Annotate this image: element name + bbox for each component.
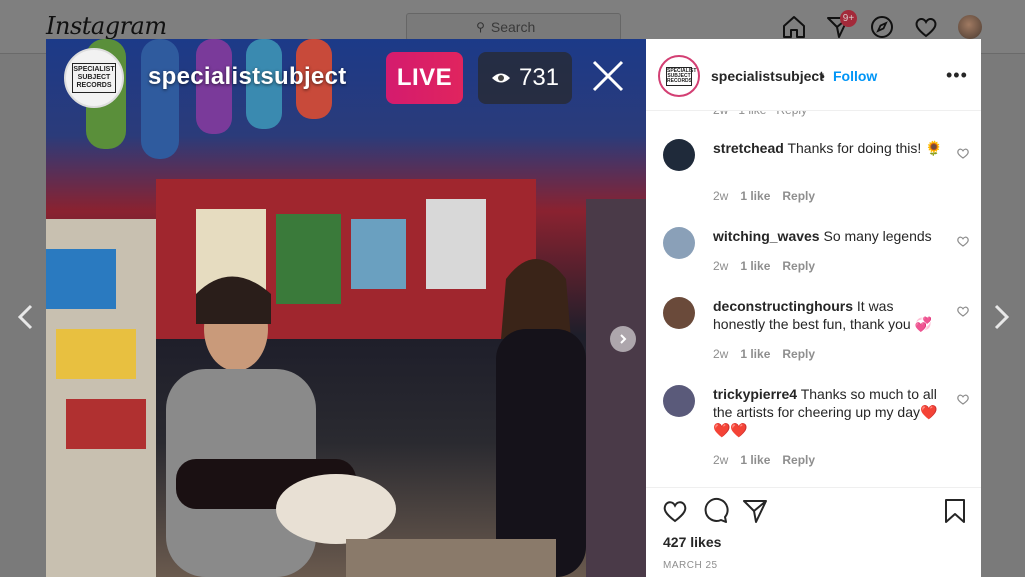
comment-age: 2w — [713, 453, 729, 467]
commenter-username[interactable]: witching_waves — [713, 228, 820, 244]
comment-like-count[interactable]: 1 like — [740, 189, 770, 203]
live-host-username[interactable]: specialistsubject — [148, 63, 347, 91]
comment-like-count[interactable]: 1 like — [740, 453, 770, 467]
commenter-username[interactable]: stretchead — [713, 140, 784, 156]
eye-icon — [491, 73, 510, 83]
like-comment-heart-icon[interactable] — [956, 304, 970, 318]
live-badge: LIVE — [386, 52, 463, 104]
profile-avatar[interactable] — [958, 15, 982, 39]
comment-age: 2w — [713, 259, 729, 273]
next-post-arrow-icon[interactable] — [985, 302, 1015, 332]
comment-body: Thanks for doing this! 🌻 — [787, 140, 943, 156]
comment-meta: 2w 1 like Reply — [713, 259, 815, 273]
share-direct-icon[interactable] — [741, 497, 769, 525]
post-side-panel: SPECIALIST SUBJECT RECORDS specialistsub… — [646, 39, 981, 577]
comment-like-count[interactable]: 1 like — [740, 347, 770, 361]
post-author-avatar[interactable]: SPECIALIST SUBJECT RECORDS — [658, 55, 700, 97]
follow-button[interactable]: Follow — [833, 68, 877, 84]
search-input[interactable] — [490, 19, 551, 35]
comment-meta: 2w 1 like Reply — [713, 189, 815, 203]
comment-body: So many legends — [823, 228, 932, 244]
viewer-count: 731 — [518, 64, 560, 91]
reply-button[interactable]: Reply — [782, 453, 815, 467]
commenter-avatar[interactable] — [663, 385, 695, 417]
comment-meta: 2w 1 like Reply — [713, 453, 815, 467]
notification-badge: 9+ — [840, 10, 857, 27]
commenter-avatar[interactable] — [663, 139, 695, 171]
post-author-username[interactable]: specialistsubject — [711, 68, 824, 84]
header-separator: • — [820, 68, 825, 84]
like-comment-heart-icon[interactable] — [956, 392, 970, 406]
comment-meta: 2w 1 like Reply — [713, 347, 815, 361]
previous-post-arrow-icon[interactable] — [12, 302, 42, 332]
instagram-logo[interactable]: Instagram — [46, 12, 167, 40]
live-video[interactable]: SPECIALIST SUBJECT RECORDS specialistsub… — [46, 39, 646, 577]
comment-like-count[interactable]: 1 like — [740, 259, 770, 273]
save-bookmark-icon[interactable] — [941, 497, 969, 525]
like-heart-icon[interactable] — [661, 497, 689, 525]
activity-heart-icon[interactable] — [913, 14, 939, 40]
search-box[interactable]: ⚲ — [406, 13, 621, 41]
commenter-avatar[interactable] — [663, 297, 695, 329]
author-avatar-text: SPECIALIST SUBJECT RECORDS — [666, 66, 697, 86]
reply-button[interactable]: Reply — [782, 259, 815, 273]
more-options-icon[interactable]: ••• — [946, 65, 968, 86]
post-date: MARCH 25 — [663, 560, 718, 571]
comment-text: stretchead Thanks for doing this! 🌻 — [713, 139, 943, 157]
video-frame — [46, 39, 646, 577]
previous-comment-meta-cutoff: 2w 1 like Reply — [713, 111, 807, 117]
comments-list[interactable]: 2w 1 like Reply stretchead Thanks for do… — [646, 111, 981, 488]
search-icon: ⚲ — [476, 20, 485, 34]
commenter-avatar[interactable] — [663, 227, 695, 259]
like-comment-heart-icon[interactable] — [956, 146, 970, 160]
close-icon[interactable] — [591, 59, 625, 93]
comment-age: 2w — [713, 347, 729, 361]
reply-button[interactable]: Reply — [782, 347, 815, 361]
commenter-username[interactable]: deconstructinghours — [713, 298, 853, 314]
post-header: SPECIALIST SUBJECT RECORDS specialistsub… — [646, 39, 981, 111]
viewer-count-badge: 731 — [478, 52, 572, 104]
comment-text: deconstructinghours It was honestly the … — [713, 297, 943, 333]
explore-icon[interactable] — [869, 14, 895, 40]
video-next-chevron-icon[interactable] — [610, 326, 636, 352]
live-host-avatar[interactable]: SPECIALIST SUBJECT RECORDS — [64, 48, 124, 108]
post-actions — [646, 497, 981, 529]
live-video-header: SPECIALIST SUBJECT RECORDS — [64, 48, 124, 108]
reply-button[interactable]: Reply — [782, 189, 815, 203]
comment-text: trickypierre4 Thanks so much to all the … — [713, 385, 943, 439]
like-count[interactable]: 427 likes — [663, 534, 721, 550]
comment-age: 2w — [713, 189, 729, 203]
host-avatar-text: SPECIALIST SUBJECT RECORDS — [72, 63, 116, 93]
commenter-username[interactable]: trickypierre4 — [713, 386, 797, 402]
home-icon[interactable] — [781, 14, 807, 40]
comment-text: witching_waves So many legends — [713, 227, 943, 245]
like-comment-heart-icon[interactable] — [956, 234, 970, 248]
comment-bubble-icon[interactable] — [701, 497, 729, 525]
